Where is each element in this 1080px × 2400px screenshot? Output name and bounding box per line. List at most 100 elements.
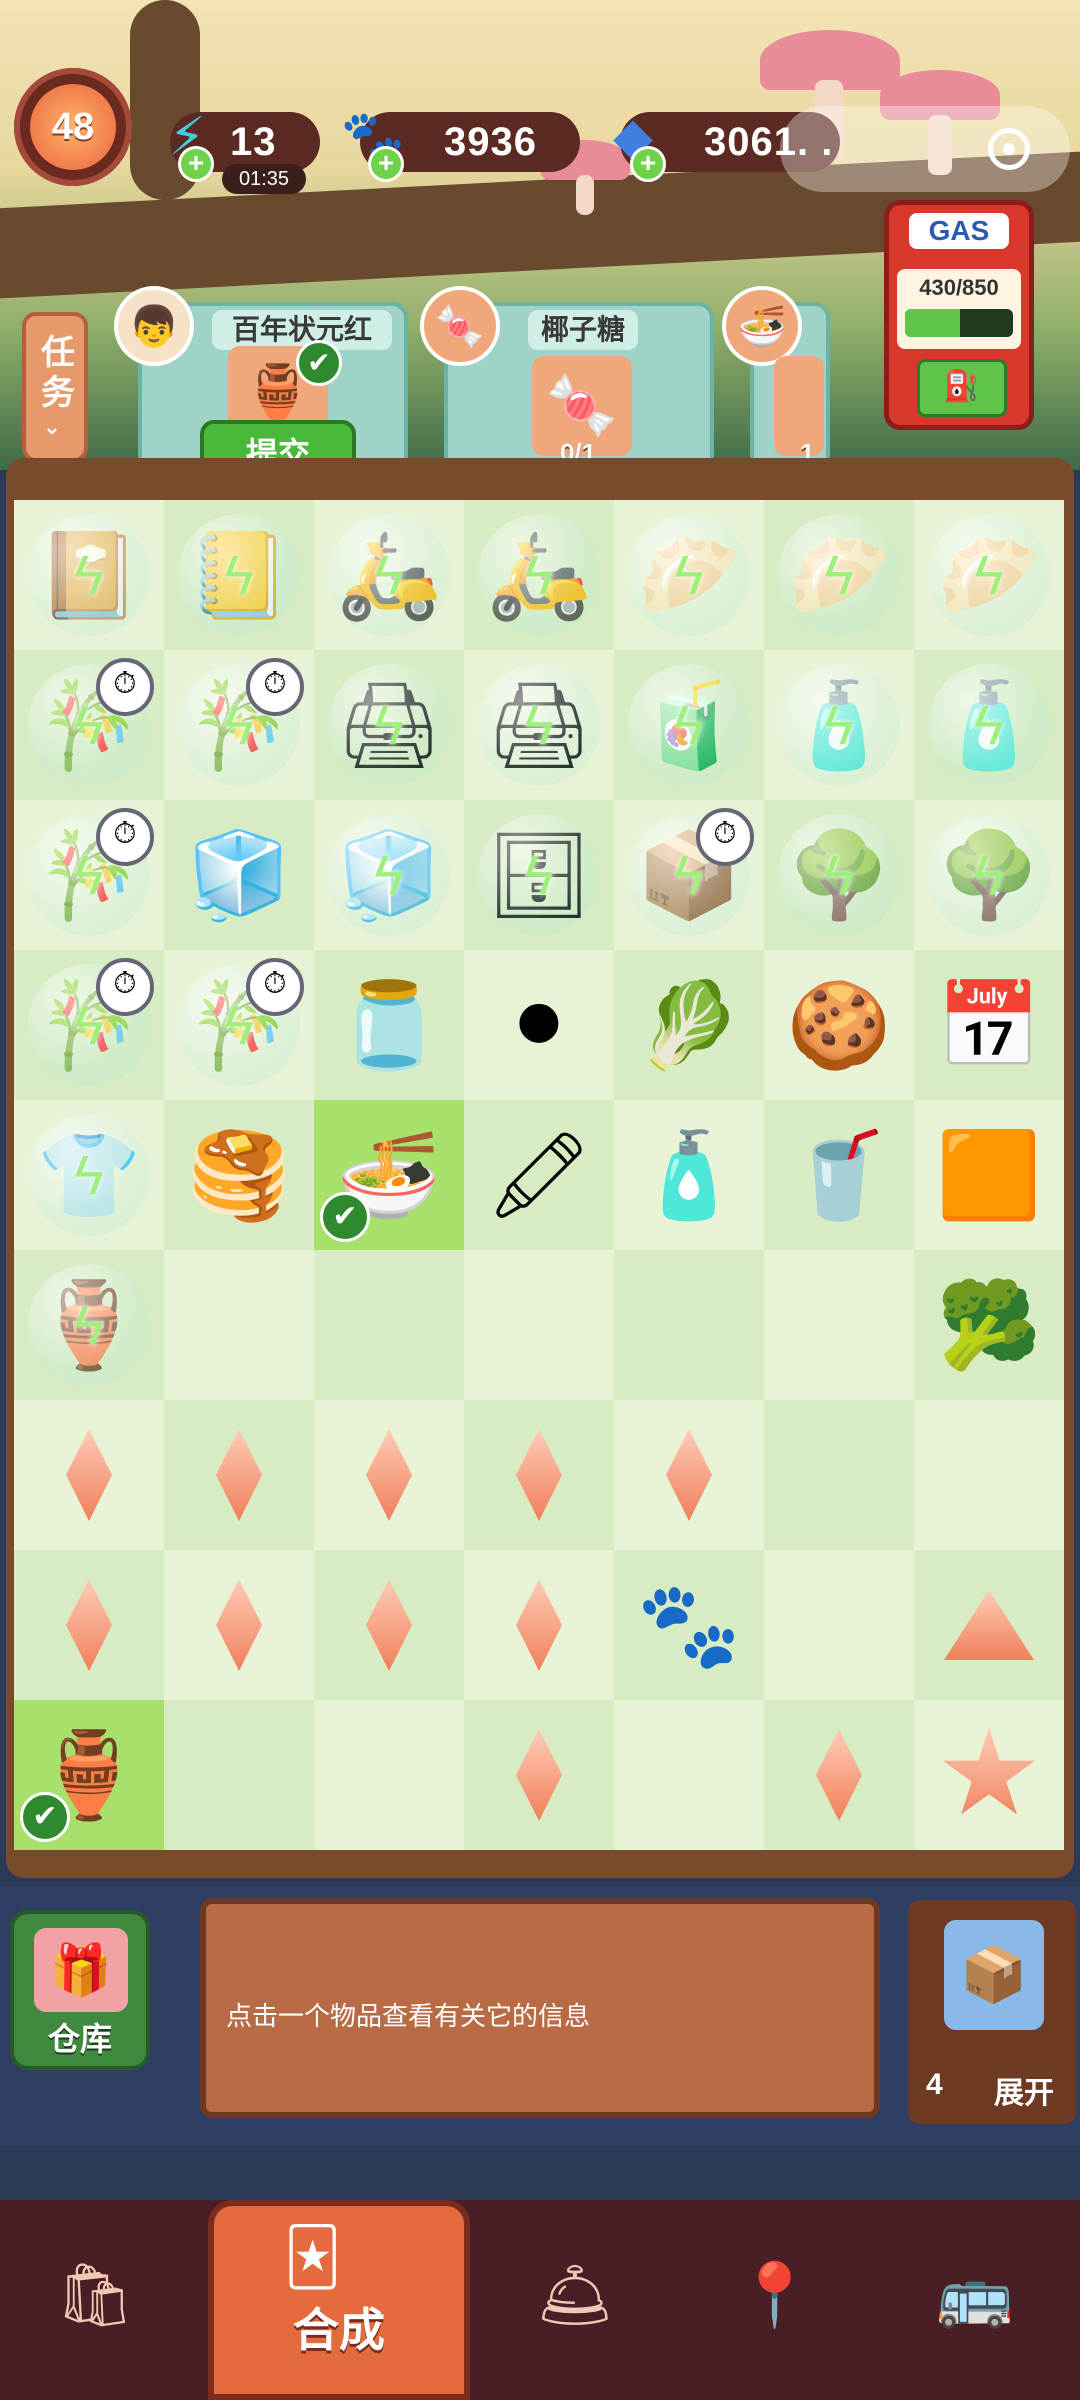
board-cell-treasure-pot[interactable]: 🏺ϟ (14, 1250, 164, 1400)
board-cell-printer[interactable]: 🖨ϟ (464, 650, 614, 800)
board-cell-apron[interactable]: 👕ϟ (14, 1100, 164, 1250)
board-cell-wine-jar[interactable]: 🏺 ✔ (14, 1700, 164, 1850)
map-pin-icon[interactable]: 📍 (720, 2240, 830, 2350)
storage-box-icon: 🎁 (34, 1928, 128, 2012)
add-energy-button[interactable]: + (178, 146, 214, 182)
close-circle-icon[interactable] (988, 128, 1030, 170)
board-cell-gem[interactable] (464, 1700, 614, 1850)
merge-board: 📔ϟ📒ϟ🛵ϟ🛵ϟ🥟ϟ🥟ϟ🥟ϟ🎋ϟ⏱🎋ϟ⏱🖨ϟ🖨ϟ🧃ϟ🧴ϟ🧴ϟ🎋ϟ⏱🧊🧊ϟ🗄ϟ📦ϟ… (14, 500, 1064, 1850)
stopwatch-icon: ⏱ (96, 808, 154, 866)
board-cell-gem[interactable] (464, 1400, 614, 1550)
nav-merge-label: 合成 (293, 2304, 385, 2356)
storage-button[interactable]: 🎁 仓库 (10, 1910, 150, 2070)
level-number: 48 (30, 84, 116, 170)
board-cell-paw-coins[interactable]: 🐾 (614, 1550, 764, 1700)
add-coins-button[interactable]: + (368, 146, 404, 182)
board-cell-gem[interactable] (764, 1700, 914, 1850)
board-cell-bamboo-rolls-timer[interactable]: 🎋ϟ⏱ (14, 650, 164, 800)
paw-coins-icon: 🐾 (636, 1577, 742, 1672)
board-cell-ink-cartridges[interactable]: 🖍 (464, 1100, 614, 1250)
board-cell-fridge[interactable]: 🧊ϟ (314, 800, 464, 950)
triangle-gem-icon (944, 1590, 1034, 1660)
board-cell-gem[interactable] (164, 1550, 314, 1700)
player-level-badge[interactable]: 48 (14, 68, 132, 186)
board-cell-hand-truck-timer[interactable]: 📦ϟ⏱ (614, 800, 764, 950)
board-cell-gem[interactable] (314, 1550, 464, 1700)
nav-merge-tab[interactable]: 🃏 合成 (208, 2200, 470, 2400)
board-cell-empty[interactable] (764, 1550, 914, 1700)
gem-icon (66, 1429, 112, 1521)
board-cell-tire[interactable]: ⚫ (464, 950, 614, 1100)
expand-button[interactable]: 📦 4 展开 (908, 1900, 1076, 2124)
star-gem-icon (942, 1727, 1036, 1815)
board-cell-purple-drink[interactable]: 🥤 (764, 1100, 914, 1250)
board-cell-vegetable-board[interactable]: 🥬 (614, 950, 764, 1100)
board-cell-cream-jar[interactable]: 🫙 (314, 950, 464, 1100)
board-cell-gem[interactable] (14, 1400, 164, 1550)
bus-icon[interactable]: 🚌 (920, 2240, 1030, 2350)
board-cell-gem[interactable] (164, 1400, 314, 1550)
board-cell-scooter-delivery[interactable]: 🛵ϟ (314, 500, 464, 650)
board-cell-broccoli[interactable]: 🥦 (914, 1250, 1064, 1400)
board-cell-calendar[interactable]: 📅 (914, 950, 1064, 1100)
board-cell-printer[interactable]: 🖨ϟ (314, 650, 464, 800)
item-info-panel: 点击一个物品查看有关它的信息 (200, 1898, 880, 2118)
board-cell-empty[interactable] (614, 1250, 764, 1400)
board-cell-bamboo-rolls-timer[interactable]: 🎋ϟ⏱ (14, 950, 164, 1100)
gem-icon (816, 1729, 862, 1821)
add-gems-button[interactable]: + (630, 146, 666, 182)
board-cell-bonsai-tree[interactable]: 🌳ϟ (764, 800, 914, 950)
tire-icon: ⚫ (503, 978, 575, 1072)
board-cell-bamboo-rolls-timer[interactable]: 🎋ϟ⏱ (164, 650, 314, 800)
board-cell-scooter-box[interactable]: 🛵ϟ (464, 500, 614, 650)
gas-meter: 430/850 (897, 269, 1021, 349)
board-cell-empty[interactable] (164, 1250, 314, 1400)
board-cell-triangle-gem[interactable] (914, 1550, 1064, 1700)
board-cell-dumpling-steamer[interactable]: 🥟ϟ (614, 500, 764, 650)
board-cell-dumpling-steamer[interactable]: 🥟ϟ (764, 500, 914, 650)
board-cell-safe-box[interactable]: 🗄ϟ (464, 800, 614, 950)
check-icon: ✔ (296, 340, 342, 386)
lightning-icon: ϟ (374, 693, 404, 757)
board-cell-empty[interactable] (914, 1400, 1064, 1550)
sauce-bottle-icon: 🧴 (636, 1127, 742, 1222)
miniprogram-capsule[interactable] (780, 106, 1070, 192)
board-cell-tofu-block[interactable]: 🟧 (914, 1100, 1064, 1250)
lightning-icon: ϟ (224, 543, 254, 607)
board-cell-bamboo-rolls-timer[interactable]: 🎋ϟ⏱ (164, 950, 314, 1100)
service-bell-icon[interactable]: 🛎 (520, 2240, 630, 2350)
fuel-can-icon[interactable]: ⛽ (917, 359, 1007, 417)
gas-pump[interactable]: GAS 430/850 ⛽ (884, 200, 1034, 430)
board-cell-shrimp-noodle-bowl[interactable]: 🍜 ✔ (314, 1100, 464, 1250)
board-cell-bamboo-rolls-timer[interactable]: 🎋ϟ⏱ (14, 800, 164, 950)
board-cell-empty[interactable] (764, 1250, 914, 1400)
coconut-candy-icon: 🍬 (420, 286, 500, 366)
energy-timer: 01:35 (222, 164, 306, 194)
board-cell-empty[interactable] (164, 1700, 314, 1850)
tasks-tab[interactable]: 任务 ⌄ (22, 312, 88, 462)
board-cell-bottle-shelf[interactable]: 🧴ϟ (914, 650, 1064, 800)
board-cell-bottle-crate[interactable]: 🧃ϟ (614, 650, 764, 800)
board-cell-empty[interactable] (764, 1400, 914, 1550)
board-cell-gem[interactable] (14, 1550, 164, 1700)
board-cell-empty[interactable] (314, 1700, 464, 1850)
board-cell-notebook-stack[interactable]: 📒ϟ (164, 500, 314, 650)
board-cell-empty[interactable] (464, 1250, 614, 1400)
board-cell-gem[interactable] (464, 1550, 614, 1700)
board-cell-sauce-bottle[interactable]: 🧴 (614, 1100, 764, 1250)
board-cell-gem[interactable] (614, 1400, 764, 1550)
board-cell-gem[interactable] (314, 1400, 464, 1550)
board-cell-sugar-cubes[interactable]: 🧊 (164, 800, 314, 950)
lightning-icon: ϟ (524, 693, 554, 757)
board-cell-empty[interactable] (614, 1700, 764, 1850)
board-cell-notebook[interactable]: 📔ϟ (14, 500, 164, 650)
board-cell-bonsai-tree[interactable]: 🌳ϟ (914, 800, 1064, 950)
board-cell-empty[interactable] (314, 1250, 464, 1400)
board-cell-meatball[interactable]: 🍪 (764, 950, 914, 1100)
board-cell-dumpling-steamer[interactable]: 🥟ϟ (914, 500, 1064, 650)
shop-bag-icon[interactable]: 🛍 (40, 2240, 150, 2350)
board-cell-scallion-pancake[interactable]: 🥞 (164, 1100, 314, 1250)
board-cell-bottle-shelf[interactable]: 🧴ϟ (764, 650, 914, 800)
stopwatch-icon: ⏱ (96, 658, 154, 716)
board-cell-star-gem[interactable] (914, 1700, 1064, 1850)
